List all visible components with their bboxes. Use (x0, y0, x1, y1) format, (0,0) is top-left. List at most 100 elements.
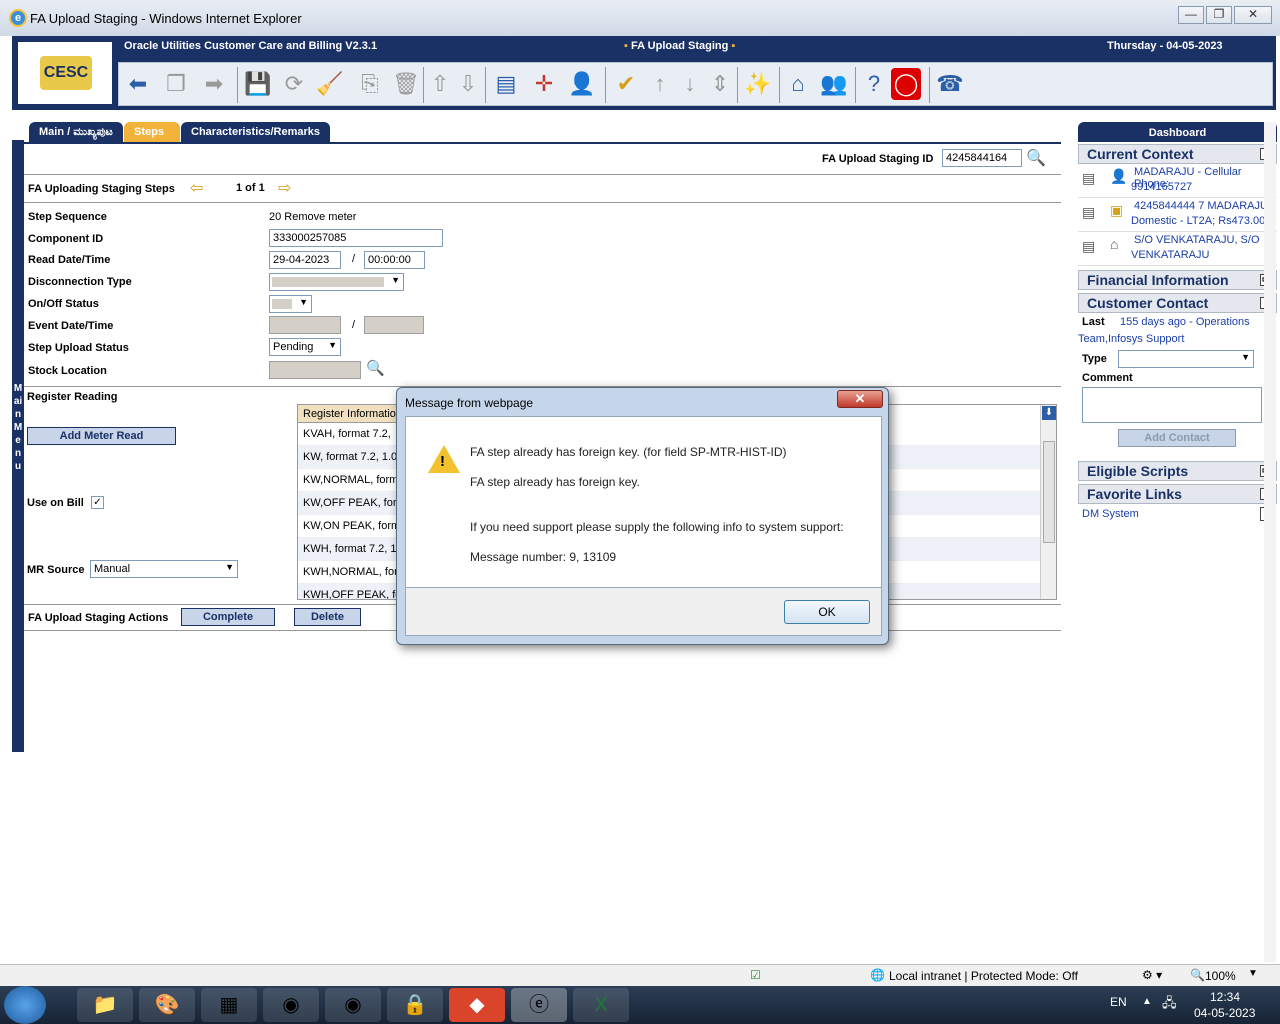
current-context-header[interactable]: Current Context− (1078, 144, 1277, 164)
header-date: Thursday - 04-05-2023 (1107, 40, 1223, 52)
dialog-close-button[interactable]: ✕ (837, 390, 883, 408)
previous-item-icon[interactable]: ⇧ (425, 68, 455, 100)
expand-icon[interactable]: ⇕ (705, 68, 735, 100)
minimize-button[interactable]: — (1178, 6, 1204, 24)
maximize-button[interactable]: ❐ (1206, 6, 1232, 24)
back-icon[interactable]: ⬅ (123, 68, 153, 100)
download-icon[interactable]: ⬇ (1042, 406, 1056, 420)
eligible-scripts-header[interactable]: Eligible Scripts▭ (1078, 461, 1277, 481)
search-icon[interactable]: 🔍 (366, 359, 385, 377)
financial-info-header[interactable]: Financial Information▭ (1078, 270, 1277, 290)
clock-date[interactable]: 04-05-2023 (1194, 1006, 1255, 1020)
language-indicator[interactable]: EN (1110, 995, 1127, 1009)
add-meter-read-button[interactable]: Add Meter Read (27, 427, 176, 445)
oracle-icon[interactable]: ◯ (891, 68, 921, 100)
customer-contact-body: Last 155 days ago - Operations Team,Info… (1078, 313, 1277, 461)
excel-icon[interactable]: X (573, 988, 629, 1022)
script-icon[interactable]: ✨ (743, 68, 773, 100)
paint-icon[interactable]: 🎨 (139, 988, 195, 1022)
disconnection-type-select[interactable]: ▼ (269, 273, 404, 291)
dm-system-link[interactable]: DM System (1082, 508, 1139, 520)
step-upload-status-select[interactable]: Pending ▼ (269, 338, 341, 356)
phone-icon[interactable]: ☎ (935, 68, 965, 100)
steps-page: 1 of 1 (236, 182, 265, 194)
delete-icon[interactable]: 🗑 (391, 68, 421, 100)
favorite-links-header[interactable]: Favorite Links− (1078, 484, 1277, 504)
customer-contact-header[interactable]: Customer Contact− (1078, 293, 1277, 313)
zoom-icon[interactable]: 🔍 (1190, 968, 1205, 982)
read-time-input[interactable]: 00:00:00 (364, 251, 425, 269)
message-dialog: Message from webpage ✕ ! FA step already… (396, 387, 889, 645)
forward-icon[interactable]: ➡ (199, 68, 229, 100)
chrome-profile-icon[interactable]: ◉ (325, 988, 381, 1022)
home-icon[interactable]: ⌂ (783, 68, 813, 100)
save-icon[interactable]: 💾 (243, 68, 273, 100)
vpn-icon[interactable]: 🔒 (387, 988, 443, 1022)
component-id-input[interactable]: 333000257085 (269, 229, 443, 247)
goto-icon[interactable]: ✛ (529, 68, 559, 100)
delete-button[interactable]: Delete (294, 608, 361, 626)
history-icon[interactable]: ❐ (161, 68, 191, 100)
context-menu-icon: ▤ (1082, 204, 1096, 220)
tab-main[interactable]: Main / ಮುಖ್ಯಪುಟ (29, 122, 123, 142)
next-step-arrow-icon[interactable]: ⇨ (278, 178, 291, 198)
event-date-input[interactable] (269, 316, 341, 334)
context-menu-icon: ▤ (1082, 238, 1096, 254)
close-window-button[interactable]: ✕ (1234, 6, 1272, 24)
onoff-status-select[interactable]: ▼ (269, 295, 312, 313)
scrollbar-thumb[interactable] (1043, 441, 1055, 543)
fa-upload-staging-id-input[interactable]: 4245844164 (942, 149, 1022, 167)
person-icon: 👤 (1110, 168, 1128, 184)
main-menu-label[interactable]: Main Menu (13, 382, 23, 473)
help-icon[interactable]: ? (859, 68, 889, 100)
use-on-bill-checkbox[interactable]: ✓ (91, 496, 104, 509)
zoom-dropdown-icon[interactable]: ▼ (1248, 968, 1258, 979)
table-scrollbar[interactable]: ⬇ (1040, 405, 1056, 599)
up-icon[interactable]: ↑ (645, 68, 675, 100)
search-icon[interactable]: ▤ (491, 68, 521, 100)
alert-icon[interactable]: 👤 (567, 68, 597, 100)
register-info-header: Register Informatio (298, 405, 403, 423)
last-contact-link[interactable]: 155 days ago - Operations (1120, 316, 1250, 328)
search-icon[interactable]: 🔍 (1026, 148, 1046, 168)
fa-upload-staging-id-label: FA Upload Staging ID (822, 153, 934, 165)
date-time-separator: / (352, 253, 356, 265)
comment-textarea[interactable] (1082, 387, 1262, 423)
page-scrollbar[interactable] (1264, 122, 1276, 962)
chrome-icon[interactable]: ◉ (263, 988, 319, 1022)
validate-icon[interactable]: ✔ (611, 68, 641, 100)
event-time-input[interactable] (364, 316, 424, 334)
add-contact-button[interactable]: Add Contact (1118, 429, 1236, 447)
prev-step-arrow-icon[interactable]: ⇦ (190, 178, 203, 198)
start-button[interactable] (4, 986, 46, 1024)
clear-icon[interactable]: 🧹 (315, 68, 345, 100)
anydesk-icon[interactable]: ◆ (449, 988, 505, 1022)
down-icon[interactable]: ↓ (675, 68, 705, 100)
refresh-icon[interactable]: ⟳ (279, 68, 309, 100)
context-premise[interactable]: ▤ ⌂ S/O VENKATARAJU, S/O VENKATARAJU (1078, 232, 1277, 266)
contact-type-select[interactable]: ▼ (1118, 350, 1254, 368)
explorer-icon[interactable]: 📁 (77, 988, 133, 1022)
step-upload-status-label: Step Upload Status (28, 342, 129, 354)
copy-icon[interactable]: ⎘ (355, 68, 385, 100)
network-icon[interactable]: 🖧 (1162, 994, 1177, 1016)
calculator-icon[interactable]: ▦ (201, 988, 257, 1022)
zoom-level[interactable]: 100% (1205, 969, 1236, 983)
next-item-icon[interactable]: ⇩ (453, 68, 483, 100)
ok-button[interactable]: OK (784, 600, 870, 624)
protected-mode-icon[interactable]: ⚙ ▾ (1142, 968, 1162, 982)
stock-location-input[interactable] (269, 361, 361, 379)
premise-icon: ⌂ (1110, 236, 1119, 252)
context-person[interactable]: ▤ 👤 MADARAJU - Cellular Phone: 991416572… (1078, 164, 1277, 198)
tray-expand-icon[interactable]: ▲ (1142, 996, 1152, 1007)
mr-source-select[interactable]: Manual ▼ (90, 560, 238, 578)
intranet-icon: 🌐 (870, 968, 885, 982)
tab-characteristics[interactable]: Characteristics/Remarks (181, 122, 331, 142)
context-account[interactable]: ▤ ▣ 4245844444 7 MADARAJU; Domestic - LT… (1078, 198, 1277, 232)
tab-steps[interactable]: Steps (124, 122, 180, 142)
read-date-input[interactable]: 29-04-2023 (269, 251, 341, 269)
complete-button[interactable]: Complete (181, 608, 275, 626)
user-icon[interactable]: 👥 (819, 68, 849, 100)
clock-time[interactable]: 12:34 (1210, 990, 1240, 1004)
internet-explorer-icon[interactable]: ⓔ (511, 988, 567, 1022)
